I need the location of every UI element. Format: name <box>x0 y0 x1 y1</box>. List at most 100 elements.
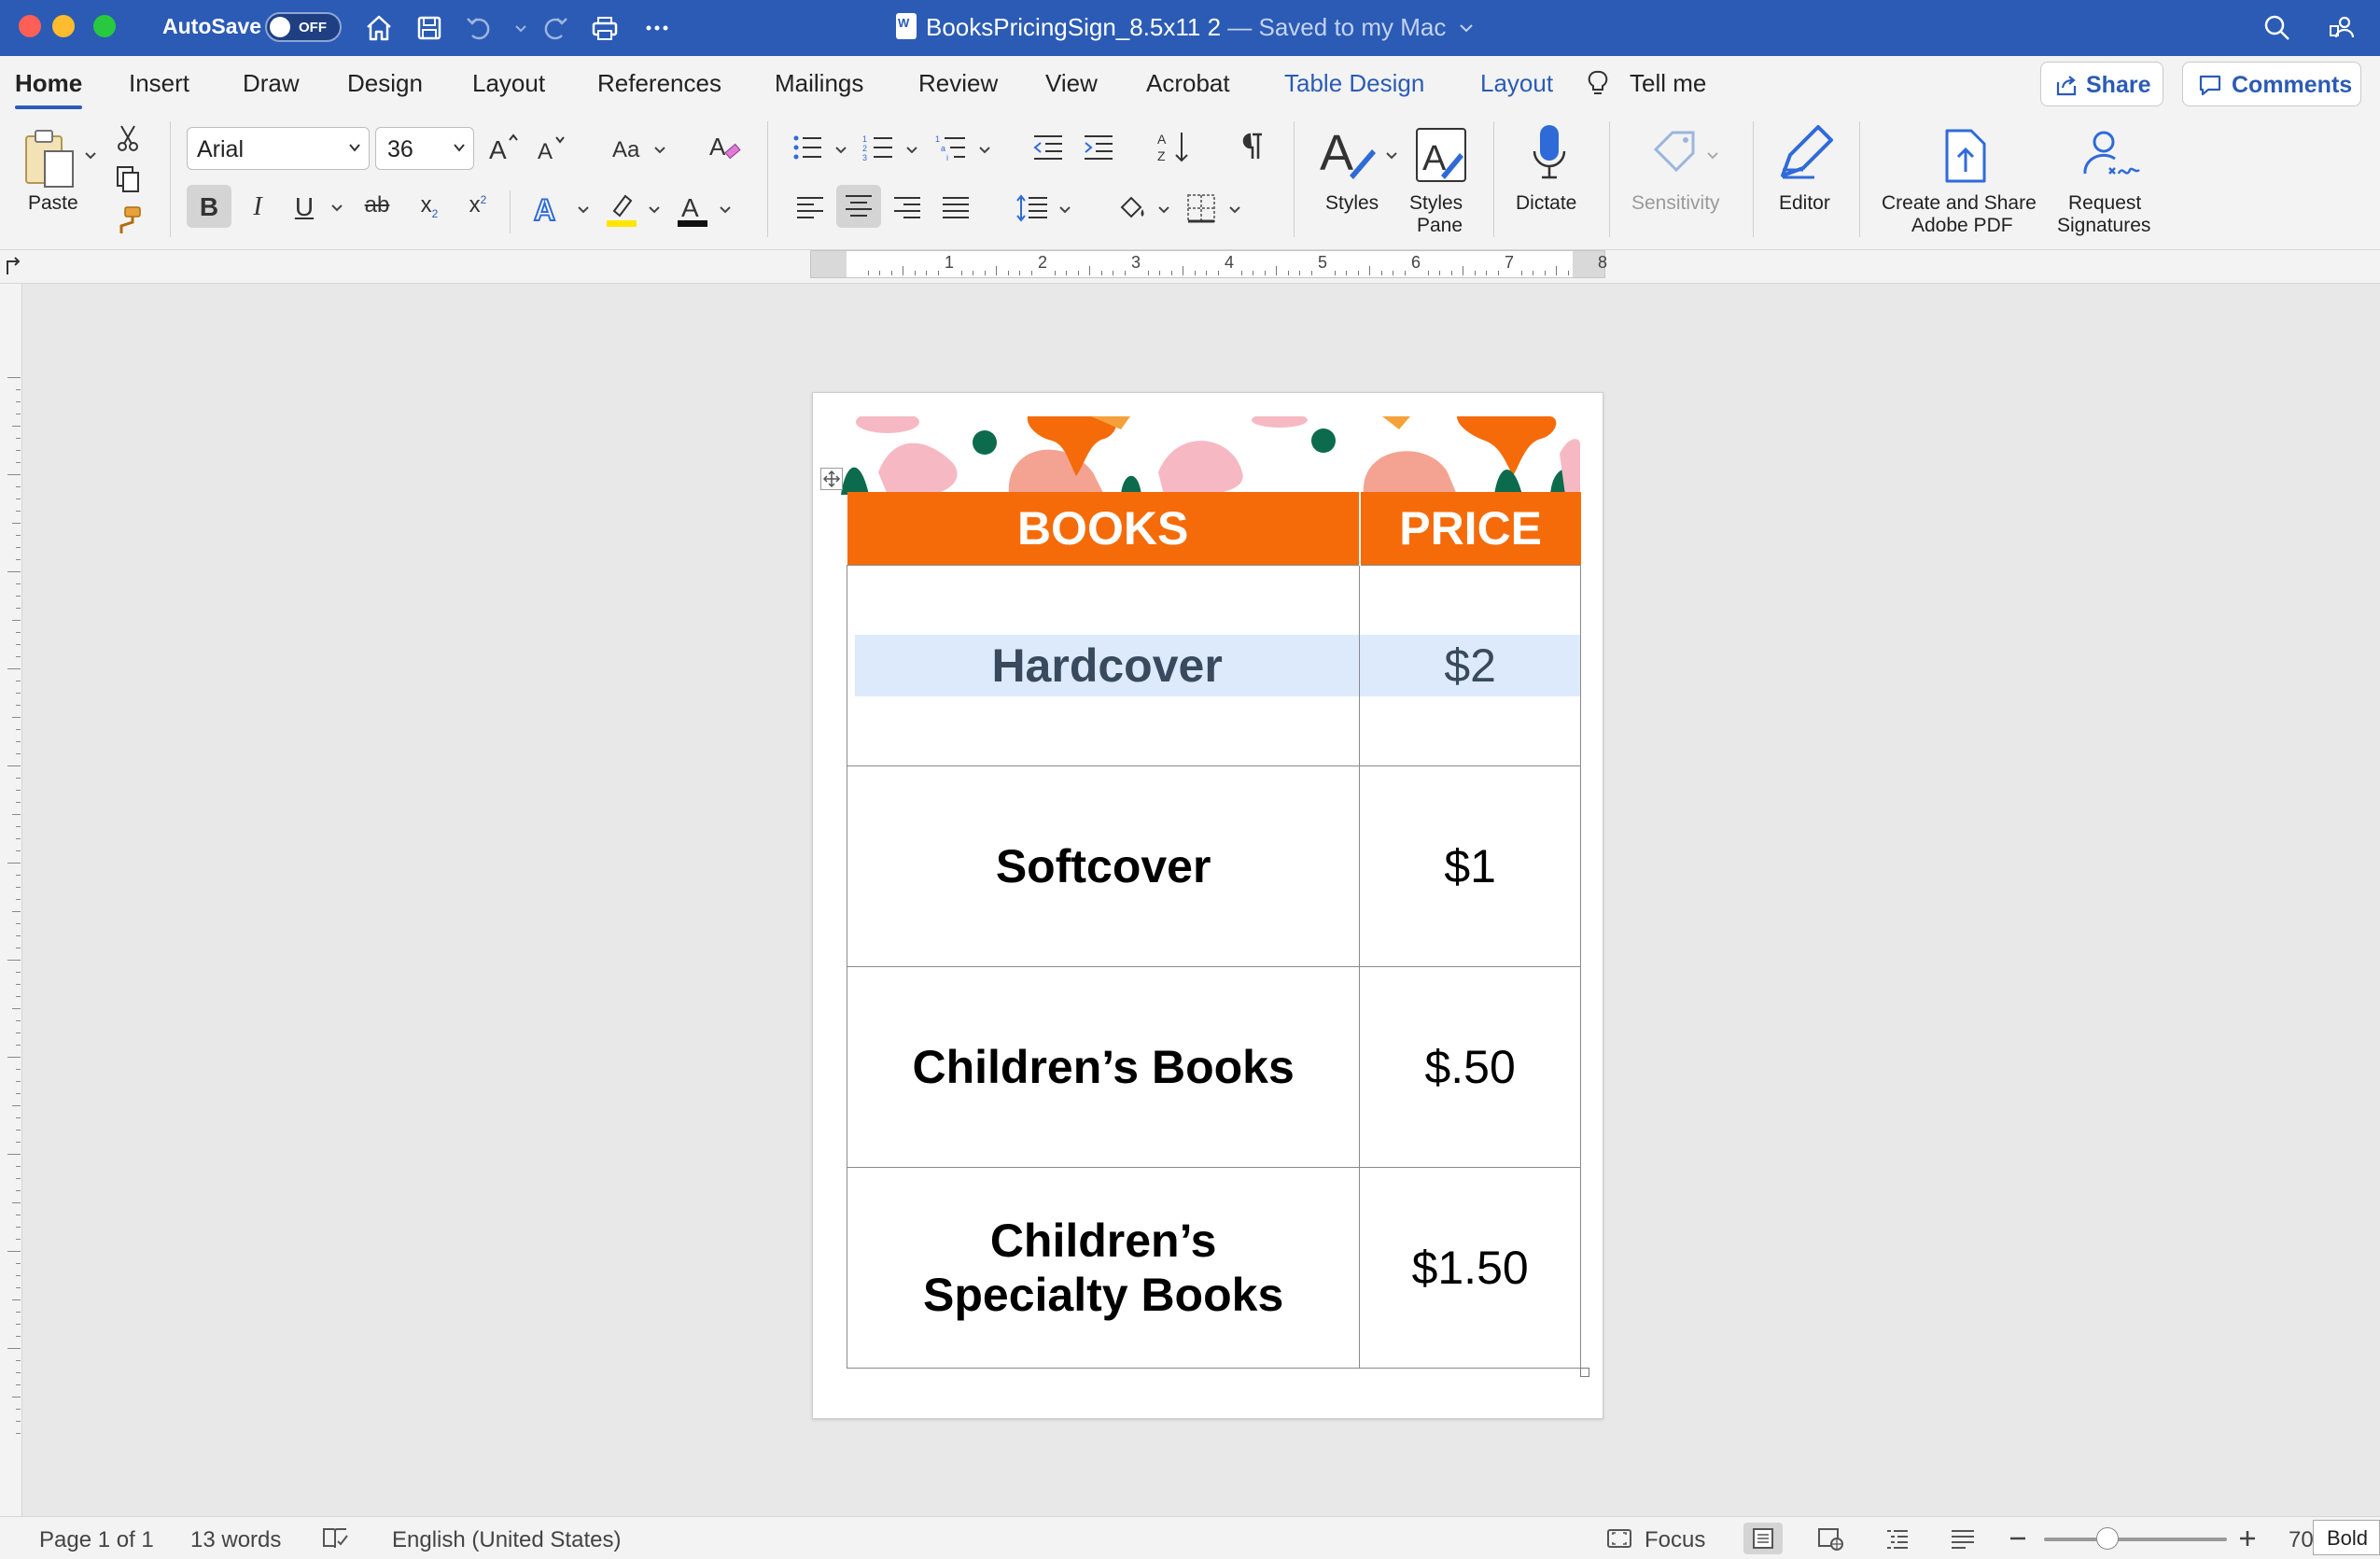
zoom-slider-track[interactable] <box>2044 1538 2227 1541</box>
multilevel-list-icon[interactable]: 1ai <box>935 133 967 162</box>
change-case-icon[interactable]: Aa <box>610 133 648 164</box>
align-right-icon[interactable] <box>892 194 922 222</box>
bullets-dropdown-icon[interactable] <box>834 146 847 155</box>
more-options-icon[interactable] <box>640 11 674 45</box>
multilevel-dropdown-icon[interactable] <box>978 146 991 155</box>
strikethrough-button[interactable]: ab <box>355 185 399 228</box>
bold-button[interactable]: B <box>187 185 231 228</box>
book-type-cell[interactable]: Softcover <box>846 765 1361 967</box>
minimize-window-button[interactable] <box>52 15 75 37</box>
underline-button[interactable]: U <box>282 185 327 228</box>
focus-label[interactable]: Focus <box>1645 1527 1705 1553</box>
zoom-window-button[interactable] <box>93 15 116 37</box>
share-button[interactable]: Share <box>2040 62 2163 106</box>
vertical-ruler[interactable] <box>0 284 22 1516</box>
book-type-cell[interactable]: Hardcover <box>846 564 1361 766</box>
tell-me-search[interactable]: Tell me <box>1630 69 1706 98</box>
copy-icon[interactable] <box>114 164 142 194</box>
book-type-cell[interactable]: Children’s Specialty Books <box>846 1166 1361 1369</box>
tab-layout[interactable]: Layout <box>472 69 545 98</box>
tab-view[interactable]: View <box>1045 69 1098 98</box>
paste-dropdown-icon[interactable] <box>84 151 97 161</box>
redo-icon[interactable] <box>538 11 571 45</box>
header-price[interactable]: PRICE <box>1359 492 1581 565</box>
proofing-icon[interactable] <box>321 1526 349 1551</box>
highlight-dropdown-icon[interactable] <box>648 205 661 215</box>
grow-font-icon[interactable]: A <box>487 131 521 164</box>
sensitivity-dropdown-icon[interactable] <box>1706 151 1719 161</box>
bullets-icon[interactable] <box>791 133 823 162</box>
tab-references[interactable]: References <box>597 69 721 98</box>
tab-home[interactable]: Home <box>15 69 83 109</box>
zoom-slider-knob[interactable] <box>2096 1527 2119 1550</box>
align-center-button[interactable] <box>836 185 881 228</box>
document-page[interactable]: BOOKS PRICE Hardcover $2 Softcover $1 Ch… <box>812 392 1603 1419</box>
italic-button[interactable]: I <box>235 185 280 228</box>
price-cell[interactable]: $2 <box>1359 564 1581 766</box>
outline-view-icon[interactable] <box>1883 1526 1911 1551</box>
tab-insert[interactable]: Insert <box>129 69 189 98</box>
price-cell[interactable]: $1.50 <box>1359 1166 1581 1369</box>
zoom-in-icon[interactable] <box>2236 1526 2259 1551</box>
styles-icon[interactable]: A <box>1318 123 1379 183</box>
autosave-toggle[interactable]: OFF <box>265 12 342 42</box>
font-color-icon[interactable]: A <box>676 190 709 228</box>
pricing-table[interactable]: BOOKS PRICE Hardcover $2 Softcover $1 Ch… <box>846 492 1581 1369</box>
sensitivity-icon[interactable] <box>1648 125 1701 181</box>
editor-icon[interactable] <box>1777 123 1837 183</box>
language[interactable]: English (United States) <box>392 1527 621 1553</box>
styles-pane-icon[interactable]: A <box>1413 127 1469 185</box>
cut-icon[interactable] <box>114 123 142 153</box>
draft-view-icon[interactable] <box>1949 1526 1977 1551</box>
line-spacing-icon[interactable] <box>1015 192 1049 224</box>
book-type-cell[interactable]: Children’s Books <box>846 965 1361 1168</box>
undo-dropdown-icon[interactable] <box>504 11 526 45</box>
price-cell[interactable]: $.50 <box>1359 965 1581 1168</box>
borders-dropdown-icon[interactable] <box>1228 205 1241 215</box>
create-pdf-icon[interactable] <box>1939 127 1992 185</box>
underline-dropdown-icon[interactable] <box>330 204 343 213</box>
web-layout-icon[interactable] <box>1816 1526 1844 1551</box>
tab-selector-icon[interactable] <box>4 256 22 276</box>
table-resize-handle[interactable] <box>1580 1368 1589 1377</box>
subscript-button[interactable]: x2 <box>407 185 452 228</box>
increase-indent-icon[interactable] <box>1083 133 1114 162</box>
clear-formatting-icon[interactable]: A <box>707 129 743 164</box>
paste-icon[interactable] <box>21 127 78 190</box>
print-icon[interactable] <box>588 11 622 45</box>
close-window-button[interactable] <box>19 15 41 37</box>
tab-table-design[interactable]: Table Design <box>1284 69 1424 98</box>
justify-icon[interactable] <box>941 194 971 222</box>
search-icon[interactable] <box>2261 11 2294 45</box>
shading-icon[interactable] <box>1116 192 1148 224</box>
tab-table-layout[interactable]: Layout <box>1480 69 1553 98</box>
horizontal-ruler[interactable]: 1 2 3 4 5 6 7 8 <box>810 250 1607 278</box>
microphone-icon[interactable] <box>1531 123 1568 183</box>
highlight-icon[interactable] <box>605 190 638 228</box>
save-icon[interactable] <box>413 11 446 45</box>
request-signatures-icon[interactable] <box>2078 127 2143 185</box>
zoom-level[interactable]: 70 <box>2289 1527 2314 1553</box>
line-spacing-dropdown-icon[interactable] <box>1058 205 1071 215</box>
numbering-icon[interactable]: 123 <box>862 133 894 162</box>
tab-mailings[interactable]: Mailings <box>775 69 863 98</box>
font-size-select[interactable]: 36 <box>375 127 474 170</box>
document-title[interactable]: BooksPricingSign_8.5x11 2 — Saved to my … <box>896 13 1474 42</box>
tab-review[interactable]: Review <box>918 69 998 98</box>
page-count[interactable]: Page 1 of 1 <box>39 1527 154 1553</box>
decrease-indent-icon[interactable] <box>1032 133 1064 162</box>
font-name-select[interactable]: Arial <box>187 127 370 170</box>
word-count[interactable]: 13 words <box>190 1527 281 1553</box>
comments-button[interactable]: Comments <box>2182 62 2361 106</box>
focus-icon[interactable] <box>1605 1526 1633 1551</box>
price-cell[interactable]: $1 <box>1359 765 1581 967</box>
sort-icon[interactable]: AZ <box>1157 129 1191 164</box>
font-color-dropdown-icon[interactable] <box>719 205 732 215</box>
borders-icon[interactable] <box>1185 192 1217 224</box>
format-painter-icon[interactable] <box>112 205 144 235</box>
zoom-out-icon[interactable] <box>2007 1526 2029 1551</box>
show-formatting-icon[interactable] <box>1238 129 1266 162</box>
shading-dropdown-icon[interactable] <box>1157 205 1170 215</box>
text-effects-dropdown-icon[interactable] <box>577 205 590 215</box>
text-effects-icon[interactable]: A <box>532 190 566 228</box>
